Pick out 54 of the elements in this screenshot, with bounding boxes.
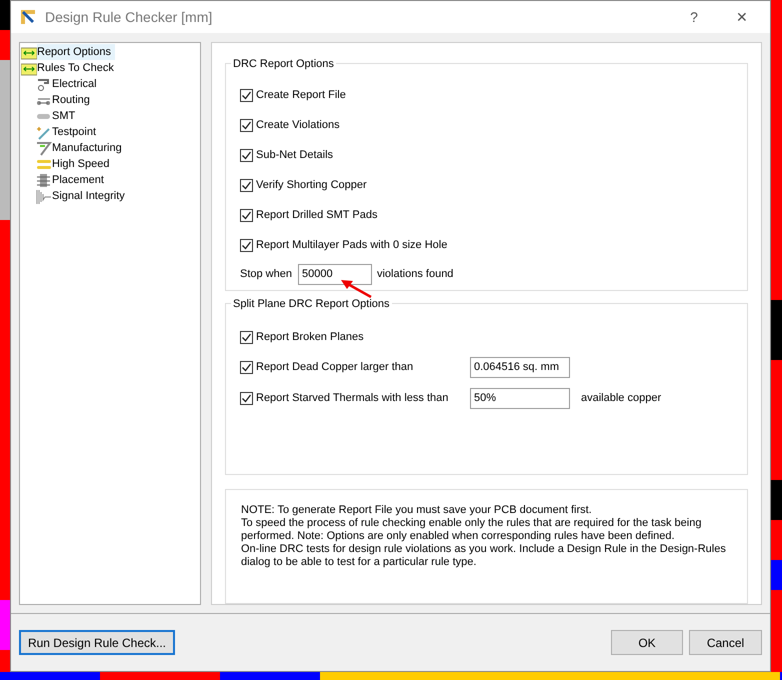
checkbox-label: Report Dead Copper larger than xyxy=(256,360,414,376)
tree-item[interactable]: Electrical xyxy=(52,76,101,92)
window-title: Design Rule Checker [mm] xyxy=(45,8,214,27)
tree-item[interactable]: Routing xyxy=(52,92,94,108)
tree-item[interactable]: Testpoint xyxy=(52,124,100,140)
chip-icon xyxy=(36,172,52,188)
cable-icon xyxy=(36,76,52,92)
group-title: Split Plane DRC Report Options xyxy=(231,296,392,312)
checkbox-label: Report Broken Planes xyxy=(256,330,364,345)
field-label: Stop when xyxy=(240,267,292,282)
triangle-icon xyxy=(36,140,52,156)
ok-button[interactable]: OK xyxy=(611,630,683,655)
input-field[interactable]: 50000 xyxy=(298,264,372,285)
checkbox-label: Verify Shorting Copper xyxy=(256,178,367,193)
folder-icon xyxy=(21,60,37,76)
tree-item[interactable]: Rules To Check xyxy=(37,60,118,76)
group-title: DRC Report Options xyxy=(231,56,336,72)
checkbox-label: Report Multilayer Pads with 0 size Hole xyxy=(256,238,448,253)
checkbox-label: Report Drilled SMT Pads xyxy=(256,208,378,223)
tree-item[interactable]: Manufacturing xyxy=(52,140,126,156)
run-check-button[interactable]: Run Design Rule Check... xyxy=(19,630,175,655)
waveform-icon xyxy=(36,188,52,204)
checkbox[interactable] xyxy=(240,392,253,405)
tree-item[interactable]: Placement xyxy=(52,172,108,188)
tree-item[interactable]: Report Options xyxy=(37,44,115,60)
note-text: To speed the process of rule checking enable only the rules that are required for the task being performed. Note: Options are only enabled when corresponding rules have been defined. xyxy=(241,517,702,543)
checkbox[interactable] xyxy=(240,330,253,344)
help-button[interactable]: ? xyxy=(674,6,714,28)
tree-item[interactable]: SMT xyxy=(52,108,80,124)
close-button[interactable]: ✕ xyxy=(722,6,762,28)
checkbox-label: Report Starved Thermals with less than xyxy=(256,391,450,406)
cancel-button[interactable]: Cancel xyxy=(689,630,762,655)
folder-icon xyxy=(21,44,37,60)
checkbox[interactable] xyxy=(240,88,253,102)
input-field[interactable]: 50% xyxy=(470,388,570,409)
checkbox-label: Create Report File xyxy=(256,88,346,103)
tree-item[interactable]: Signal Integrity xyxy=(52,188,129,204)
checkbox[interactable] xyxy=(240,208,253,222)
checkbox[interactable] xyxy=(240,361,253,374)
note-text: On-line DRC tests for design rule violations as you work. Include a Design Rule in the Design-Rules dialog to be able to test for a particular rule type. xyxy=(241,543,727,569)
field-label: available copper xyxy=(581,391,662,406)
tree-item[interactable]: High Speed xyxy=(52,156,114,172)
checkbox-label: Sub-Net Details xyxy=(256,148,334,163)
note-text: NOTE: To generate Report File you must save your PCB document first. xyxy=(241,504,593,517)
checkbox-label: Create Violations xyxy=(256,118,340,133)
checkbox[interactable] xyxy=(240,118,253,132)
field-label: violations found xyxy=(376,267,454,282)
checkbox[interactable] xyxy=(240,238,253,252)
checkbox[interactable] xyxy=(240,178,253,192)
checkbox[interactable] xyxy=(240,148,253,162)
input-field[interactable]: 0.064516 sq. mm xyxy=(470,357,570,378)
ruler-pencil-icon xyxy=(19,8,37,26)
probe-icon xyxy=(36,124,52,140)
arrow-annotation xyxy=(340,279,372,298)
